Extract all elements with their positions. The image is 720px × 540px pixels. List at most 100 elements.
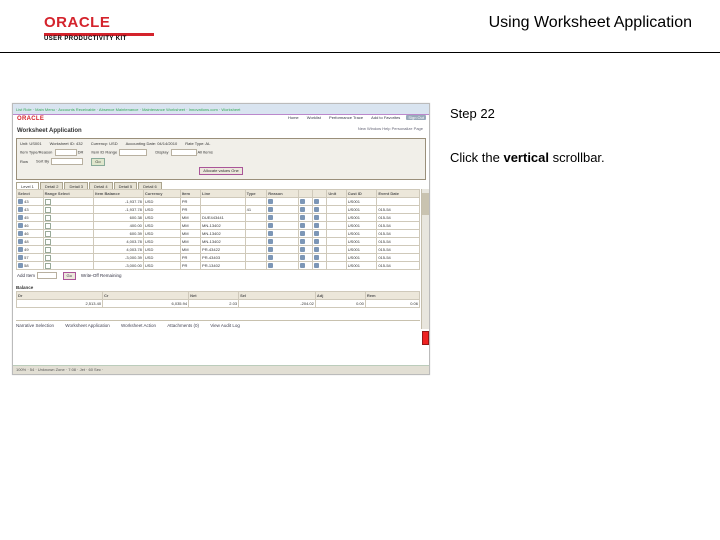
cell-reason[interactable] bbox=[267, 246, 298, 254]
checkbox-icon[interactable] bbox=[45, 215, 51, 221]
cell-reason[interactable] bbox=[267, 238, 298, 246]
h-cur[interactable]: Currency bbox=[143, 190, 180, 198]
writeoff-link[interactable]: Write-Off Remaining bbox=[81, 273, 122, 278]
lookup-icon[interactable] bbox=[268, 239, 273, 244]
add-input[interactable] bbox=[37, 272, 57, 279]
lookup-icon[interactable] bbox=[300, 255, 305, 260]
h-cust[interactable]: Cust ID bbox=[346, 190, 377, 198]
cell-a[interactable] bbox=[298, 222, 312, 230]
tab-fav[interactable]: Add to Favorites bbox=[369, 115, 402, 120]
h-date[interactable]: Event Date bbox=[377, 190, 420, 198]
cell-a[interactable] bbox=[298, 262, 312, 270]
tab-home[interactable]: Home bbox=[286, 115, 301, 120]
tab-perf[interactable]: Performance Trace bbox=[327, 115, 365, 120]
cell-check[interactable] bbox=[43, 254, 94, 262]
foot-a[interactable]: Narrative Selection bbox=[16, 323, 54, 328]
cell-a[interactable] bbox=[298, 246, 312, 254]
cell-check[interactable] bbox=[43, 246, 94, 254]
lookup-icon[interactable] bbox=[300, 263, 305, 268]
table-row[interactable]: 43 -1,937.78 USD PR 41 US001 015-54 bbox=[17, 206, 420, 214]
checkbox-icon[interactable] bbox=[45, 239, 51, 245]
tab-worklist[interactable]: Worklist bbox=[305, 115, 323, 120]
foot-d[interactable]: Attachments (0) bbox=[167, 323, 199, 328]
lookup-icon[interactable] bbox=[314, 247, 319, 252]
dsp-select[interactable] bbox=[171, 149, 197, 156]
cell-check[interactable] bbox=[43, 214, 94, 222]
cell-reason[interactable] bbox=[267, 198, 298, 206]
h-reason[interactable]: Reason bbox=[267, 190, 298, 198]
add-go-button[interactable]: Go bbox=[63, 272, 76, 280]
cell-b[interactable] bbox=[313, 246, 327, 254]
lookup-icon[interactable] bbox=[314, 207, 319, 212]
cell-reason[interactable] bbox=[267, 222, 298, 230]
cell-check[interactable] bbox=[43, 222, 94, 230]
lookup-icon[interactable] bbox=[268, 263, 273, 268]
lookup-icon[interactable] bbox=[300, 231, 305, 236]
lookup-icon[interactable] bbox=[268, 199, 273, 204]
sort-select[interactable] bbox=[51, 158, 83, 165]
scrollbar-hotspot[interactable] bbox=[422, 331, 429, 345]
lookup-icon[interactable] bbox=[314, 255, 319, 260]
h-sel[interactable]: Select bbox=[17, 190, 44, 198]
cell-a[interactable] bbox=[298, 254, 312, 262]
cell-reason[interactable] bbox=[267, 230, 298, 238]
cell-check[interactable] bbox=[43, 238, 94, 246]
lookup-icon[interactable] bbox=[314, 231, 319, 236]
lookup-icon[interactable] bbox=[300, 199, 305, 204]
foot-c[interactable]: Worksheet Action bbox=[121, 323, 156, 328]
h-line[interactable]: Line bbox=[201, 190, 246, 198]
table-row[interactable]: 46 600.39 USD MM MN-13402 US001 015-54 bbox=[17, 230, 420, 238]
itype-input[interactable] bbox=[55, 149, 77, 156]
checkbox-icon[interactable] bbox=[45, 199, 51, 205]
cell-reason[interactable] bbox=[267, 262, 298, 270]
table-row[interactable]: 58 -3,000.00 USD PR PR-13402 US001 015-5… bbox=[17, 262, 420, 270]
lookup-icon[interactable] bbox=[314, 239, 319, 244]
cell-a[interactable] bbox=[298, 238, 312, 246]
table-row[interactable]: 43 -1,937.78 USD PR US001 bbox=[17, 198, 420, 206]
checkbox-icon[interactable] bbox=[45, 263, 51, 269]
checkbox-icon[interactable] bbox=[45, 223, 51, 229]
checkbox-icon[interactable] bbox=[45, 255, 51, 261]
table-row[interactable]: 49 4,003.78 USD MM PR-43422 US001 015-54 bbox=[17, 246, 420, 254]
cell-check[interactable] bbox=[43, 206, 94, 214]
cell-b[interactable] bbox=[313, 222, 327, 230]
cell-b[interactable] bbox=[313, 238, 327, 246]
cell-check[interactable] bbox=[43, 198, 94, 206]
foot-b[interactable]: Worksheet Application bbox=[65, 323, 109, 328]
vertical-scrollbar[interactable] bbox=[421, 189, 429, 329]
lookup-icon[interactable] bbox=[268, 231, 273, 236]
scrollbar-thumb[interactable] bbox=[422, 193, 429, 215]
cell-check[interactable] bbox=[43, 230, 94, 238]
table-row[interactable]: 48 4,003.78 USD MM MN-13402 US001 015-54 bbox=[17, 238, 420, 246]
h-item[interactable]: Item bbox=[180, 190, 200, 198]
lookup-icon[interactable] bbox=[268, 215, 273, 220]
lookup-icon[interactable] bbox=[300, 223, 305, 228]
lookup-icon[interactable] bbox=[300, 215, 305, 220]
lookup-icon[interactable] bbox=[268, 223, 273, 228]
cell-reason[interactable] bbox=[267, 214, 298, 222]
range-input[interactable] bbox=[119, 149, 147, 156]
foot-e[interactable]: View Audit Log bbox=[210, 323, 240, 328]
lookup-icon[interactable] bbox=[314, 199, 319, 204]
tab-signout[interactable]: Sign Out bbox=[406, 115, 426, 120]
cell-check[interactable] bbox=[43, 262, 94, 270]
lookup-icon[interactable] bbox=[268, 255, 273, 260]
allocate-button[interactable]: Allocate values One bbox=[199, 167, 243, 175]
table-row[interactable]: 57 -3,000.39 USD PR PR-43403 US001 015-5… bbox=[17, 254, 420, 262]
table-row[interactable]: 46 400.00 USD MM MN-13402 US001 015-54 bbox=[17, 222, 420, 230]
cell-b[interactable] bbox=[313, 262, 327, 270]
lookup-icon[interactable] bbox=[314, 215, 319, 220]
cell-b[interactable] bbox=[313, 254, 327, 262]
checkbox-icon[interactable] bbox=[45, 247, 51, 253]
lookup-icon[interactable] bbox=[314, 263, 319, 268]
cell-reason[interactable] bbox=[267, 254, 298, 262]
cell-b[interactable] bbox=[313, 214, 327, 222]
cell-b[interactable] bbox=[313, 206, 327, 214]
cell-a[interactable] bbox=[298, 198, 312, 206]
checkbox-icon[interactable] bbox=[45, 231, 51, 237]
cell-a[interactable] bbox=[298, 214, 312, 222]
cell-reason[interactable] bbox=[267, 206, 298, 214]
lookup-icon[interactable] bbox=[300, 239, 305, 244]
lookup-icon[interactable] bbox=[300, 247, 305, 252]
table-row[interactable]: 45 600.38 USD MM DUE443441 US001 015-54 bbox=[17, 214, 420, 222]
